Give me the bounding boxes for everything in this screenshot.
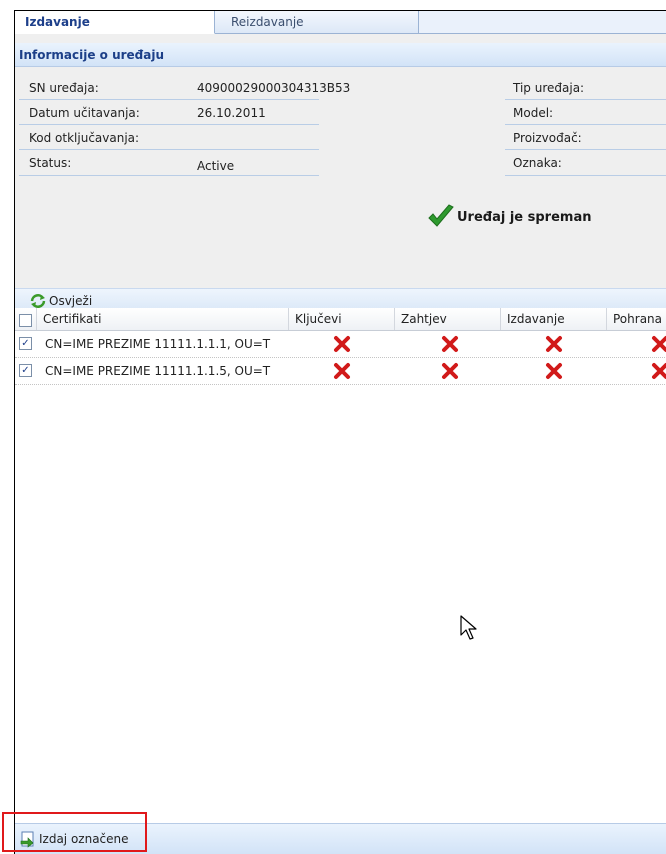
tag-label: Oznaka: <box>513 156 562 170</box>
fail-x-icon <box>334 336 350 352</box>
sn-label: SN uređaja: <box>29 81 99 95</box>
status-value: Active <box>197 159 235 173</box>
certificate-issuance-panel: Izdavanje Reizdavanje Informacije o uređ… <box>14 10 666 854</box>
col-header-keys[interactable]: Ključevi <box>289 308 395 330</box>
table-row[interactable]: ✓ CN=IME PREZIME 11111.1.1.5, OU=T <box>15 358 666 385</box>
tab-bar: Izdavanje Reizdavanje <box>15 11 666 34</box>
col-header-certificates[interactable]: Certifikati <box>37 308 289 330</box>
load-date-value: 26.10.2011 <box>197 106 266 120</box>
mouse-cursor-icon <box>460 615 477 640</box>
fail-x-icon <box>442 336 458 352</box>
manufacturer-label: Proizvođač: <box>513 131 582 145</box>
device-ready-text: Uređaj je spreman <box>457 209 592 225</box>
row-checkbox[interactable]: ✓ <box>19 364 32 377</box>
header-select-all <box>15 308 37 330</box>
fail-x-icon <box>652 363 666 379</box>
device-info-title: Informacije o uređaju <box>15 43 666 67</box>
fail-x-icon <box>546 336 562 352</box>
col-header-issuance[interactable]: Izdavanje <box>501 308 607 330</box>
certificates-grid: Certifikati Ključevi Zahtjev Izdavanje P… <box>15 308 666 385</box>
device-ready-message: Uređaj je spreman <box>427 204 592 230</box>
refresh-icon[interactable] <box>29 293 47 309</box>
status-label: Status: <box>29 156 72 170</box>
fail-x-icon <box>442 363 458 379</box>
device-info-section: Informacije o uređaju SN uređaja: 409000… <box>15 34 666 314</box>
checkmark-icon <box>428 204 454 227</box>
certificate-name: CN=IME PREZIME 11111.1.1.1, OU=T <box>45 337 271 351</box>
tab-reizdavanje[interactable]: Reizdavanje <box>215 11 419 33</box>
grid-header: Certifikati Ključevi Zahtjev Izdavanje P… <box>15 308 666 331</box>
issue-selected-button[interactable]: Izdaj označene <box>39 832 129 846</box>
load-date-label: Datum učitavanja: <box>29 106 140 120</box>
unlock-code-label: Kod otključavanja: <box>29 131 140 145</box>
certificate-name: CN=IME PREZIME 11111.1.1.5, OU=T <box>45 364 271 378</box>
sn-value: 40900029000304313B53 <box>197 81 351 95</box>
refresh-button[interactable]: Osvježi <box>49 294 92 308</box>
col-header-storage[interactable]: Pohrana <box>607 308 666 330</box>
table-row[interactable]: ✓ CN=IME PREZIME 11111.1.1.1, OU=T <box>15 331 666 358</box>
select-all-checkbox[interactable] <box>19 314 32 327</box>
fail-x-icon <box>546 363 562 379</box>
fail-x-icon <box>334 363 350 379</box>
issue-document-icon[interactable] <box>19 830 37 848</box>
model-label: Model: <box>513 106 554 120</box>
device-type-label: Tip uređaja: <box>513 81 585 95</box>
bottom-toolbar: Izdaj označene <box>15 823 666 854</box>
col-header-request[interactable]: Zahtjev <box>395 308 501 330</box>
row-checkbox[interactable]: ✓ <box>19 337 32 350</box>
fail-x-icon <box>652 336 666 352</box>
tab-izdavanje[interactable]: Izdavanje <box>15 11 215 34</box>
